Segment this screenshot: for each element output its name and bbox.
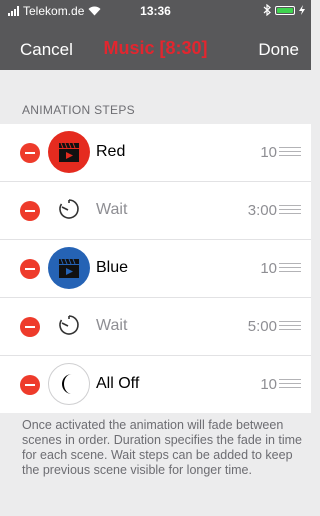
reorder-handle-icon[interactable] bbox=[279, 205, 301, 215]
reorder-handle-icon[interactable] bbox=[279, 321, 301, 331]
step-label: Blue bbox=[96, 259, 129, 276]
timer-icon bbox=[59, 199, 79, 219]
step-row-wait[interactable]: Wait 5:00 bbox=[0, 298, 311, 356]
section-header: ANIMATION STEPS bbox=[22, 103, 135, 117]
bluetooth-icon bbox=[263, 4, 271, 16]
step-label: Wait bbox=[96, 317, 128, 334]
red-scene-icon bbox=[48, 131, 90, 173]
step-row-red[interactable]: Red 10 bbox=[0, 124, 311, 182]
step-row-wait[interactable]: Wait 3:00 bbox=[0, 182, 311, 240]
delete-step-button[interactable] bbox=[20, 259, 40, 279]
delete-step-button[interactable] bbox=[20, 317, 40, 337]
reorder-handle-icon[interactable] bbox=[279, 147, 301, 157]
step-duration: 10 bbox=[260, 144, 277, 161]
delete-step-button[interactable] bbox=[20, 201, 40, 221]
step-duration: 3:00 bbox=[247, 202, 277, 219]
status-bar: Telekom.de 13:36 bbox=[0, 0, 311, 22]
delete-step-button[interactable] bbox=[20, 143, 40, 163]
step-duration: 10 bbox=[260, 260, 277, 277]
step-duration: 5:00 bbox=[247, 318, 277, 335]
charging-icon bbox=[299, 5, 305, 15]
top-bar: Telekom.de 13:36 Cancel Music [8:30] Don… bbox=[0, 0, 311, 70]
step-duration: 10 bbox=[260, 376, 277, 393]
reorder-handle-icon[interactable] bbox=[279, 263, 301, 273]
step-label: All Off bbox=[96, 375, 140, 392]
timer-icon bbox=[59, 315, 79, 335]
step-label: Red bbox=[96, 143, 126, 160]
footer-description: Once activated the animation will fade b… bbox=[22, 418, 303, 477]
navigation-bar: Cancel Music [8:30] Done bbox=[0, 30, 311, 70]
done-button[interactable]: Done bbox=[258, 40, 299, 60]
reorder-handle-icon[interactable] bbox=[279, 379, 301, 389]
delete-step-button[interactable] bbox=[20, 375, 40, 395]
animation-steps-list: Red 10 Wait 3:00 Blue 10 Wait 5:00 All O… bbox=[0, 124, 311, 413]
blue-scene-icon bbox=[48, 247, 90, 289]
step-row-blue[interactable]: Blue 10 bbox=[0, 240, 311, 298]
step-row-all-off[interactable]: All Off 10 bbox=[0, 356, 311, 413]
cancel-button[interactable]: Cancel bbox=[20, 40, 73, 60]
battery-icon bbox=[275, 5, 295, 15]
moon-icon bbox=[48, 363, 90, 405]
step-label: Wait bbox=[96, 201, 128, 218]
